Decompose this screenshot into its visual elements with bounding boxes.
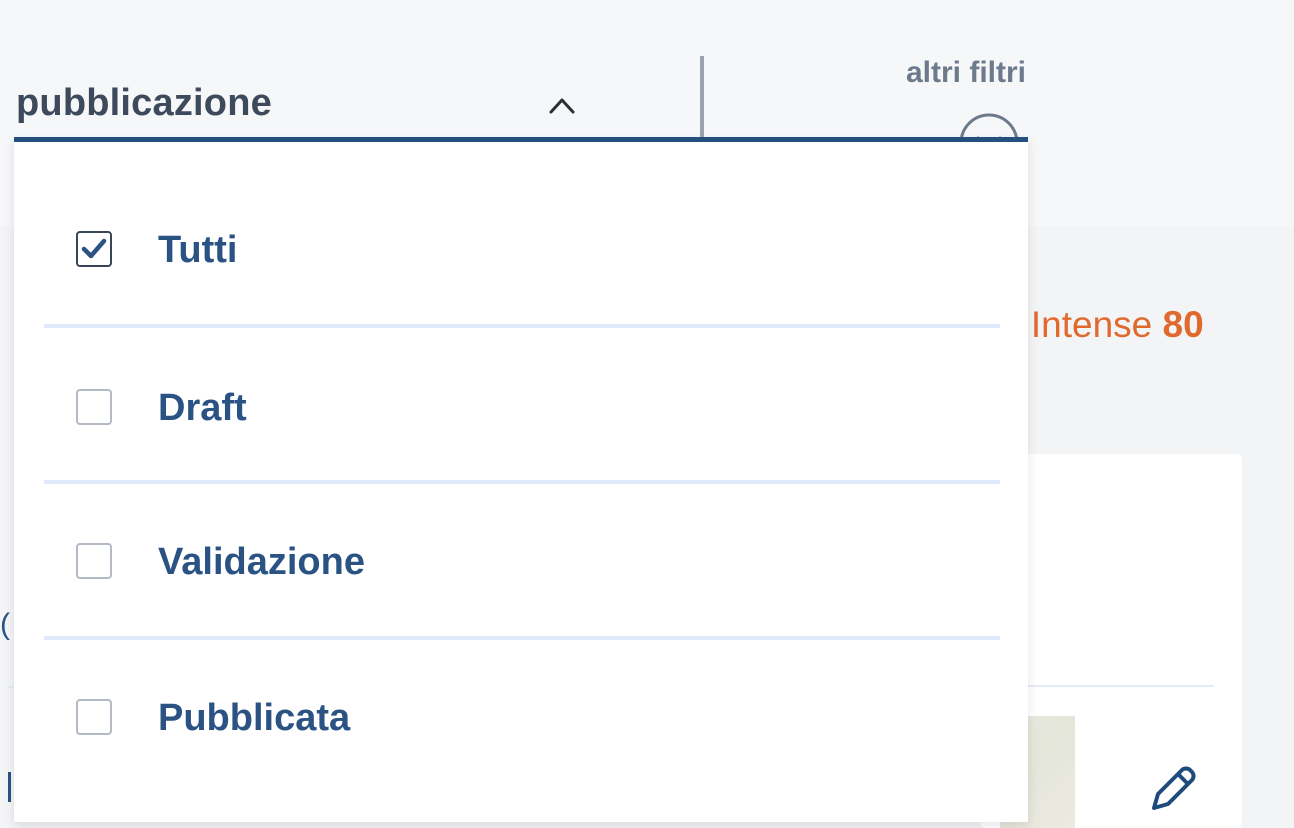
option-draft[interactable]: Draft xyxy=(14,378,1028,438)
partial-text: ( xyxy=(0,608,10,641)
option-pubblicata[interactable]: Pubblicata xyxy=(14,688,1028,748)
option-validazione[interactable]: Validazione xyxy=(14,532,1028,592)
option-tutti[interactable]: Tutti xyxy=(14,220,1028,280)
option-divider xyxy=(44,324,1000,328)
filter-dropdown-label[interactable]: pubblicazione xyxy=(16,82,272,125)
option-divider xyxy=(44,480,1000,484)
option-divider xyxy=(44,636,1000,640)
option-label-validazione: Validazione xyxy=(158,541,365,583)
filter-divider xyxy=(700,56,704,140)
checkbox-validazione[interactable] xyxy=(76,543,112,579)
intense-count-value: 80 xyxy=(1162,304,1204,345)
partial-element xyxy=(8,772,11,802)
checkmark-icon xyxy=(81,238,107,259)
option-label-draft: Draft xyxy=(158,387,247,429)
pencil-icon[interactable] xyxy=(1146,762,1200,816)
option-label-pubblicata: Pubblicata xyxy=(158,697,351,739)
publication-dropdown-menu: Tutti Draft Validazione Pubblicata xyxy=(14,137,1028,822)
chevron-up-icon[interactable] xyxy=(548,95,576,115)
other-filters-button[interactable]: altri filtri xyxy=(906,56,1026,90)
intense-count-text: e Intense 80 xyxy=(1000,304,1204,346)
checkbox-draft[interactable] xyxy=(76,389,112,425)
option-label-tutti: Tutti xyxy=(158,229,238,271)
checkbox-pubblicata[interactable] xyxy=(76,699,112,735)
checkbox-tutti[interactable] xyxy=(76,231,112,267)
